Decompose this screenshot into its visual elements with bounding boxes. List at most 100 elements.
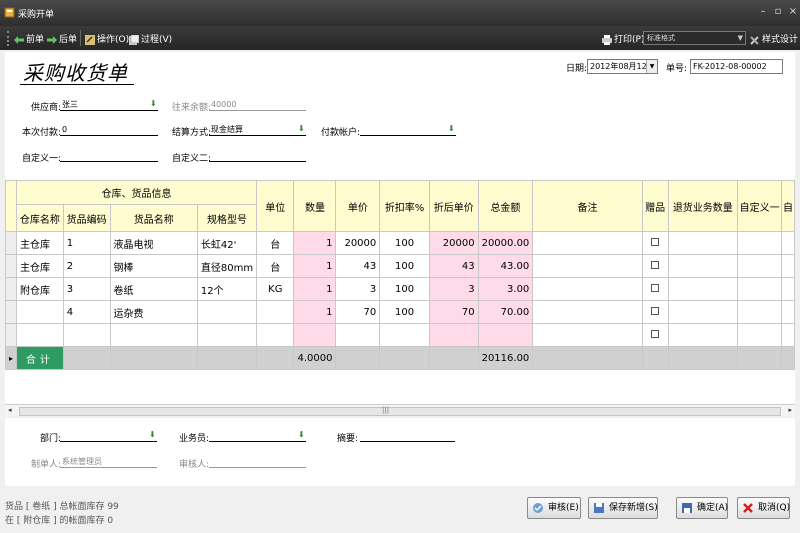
- table-row[interactable]: [5, 323, 795, 347]
- cell-remark[interactable]: [532, 323, 643, 347]
- cell-gift[interactable]: [641, 323, 669, 347]
- col-more[interactable]: 自: [781, 180, 795, 232]
- cell-unit[interactable]: KG: [256, 277, 295, 301]
- next-button[interactable]: 后单: [47, 32, 77, 45]
- table-row[interactable]: 主仓库 1 液晶电视 长虹42' 台 1 20000 100 20000 20000.00: [5, 231, 795, 255]
- supplier-field[interactable]: 张三 ⬇: [60, 99, 158, 111]
- cell-custom1[interactable]: [737, 300, 783, 324]
- scroll-left-icon[interactable]: ◂: [8, 406, 12, 414]
- scroll-right-icon[interactable]: ▸: [788, 406, 792, 414]
- cell-qty[interactable]: 1: [293, 231, 337, 255]
- process-menu[interactable]: 过程(V): [129, 32, 172, 45]
- staff-field[interactable]: ⬇: [209, 430, 306, 442]
- audit-button[interactable]: 审核(E): [527, 497, 581, 519]
- cell-warehouse[interactable]: 附仓库: [16, 277, 64, 301]
- gift-checkbox[interactable]: [651, 306, 660, 315]
- save-new-button[interactable]: 保存新增(S): [588, 497, 658, 519]
- print-style-select[interactable]: 标准格式 ▼: [643, 31, 746, 45]
- doc-no-field[interactable]: FK-2012-08-00002: [690, 59, 783, 74]
- cell-unit[interactable]: 台: [256, 254, 295, 278]
- cell-discount[interactable]: 100: [379, 300, 430, 324]
- download-arrow-icon[interactable]: ⬇: [149, 430, 157, 440]
- cell-code[interactable]: 1: [62, 231, 111, 255]
- cell-gift[interactable]: [641, 231, 669, 255]
- cell-remark[interactable]: [532, 254, 643, 278]
- cell-code[interactable]: 3: [62, 277, 111, 301]
- cell-custom1[interactable]: [737, 277, 783, 301]
- col-gift[interactable]: 赠品: [641, 180, 669, 232]
- cell-name[interactable]: 液晶电视: [109, 231, 198, 255]
- cell-disc-price[interactable]: 70: [428, 300, 479, 324]
- chevron-down-icon[interactable]: ▼: [646, 60, 657, 73]
- cell-name[interactable]: 运杂费: [109, 300, 198, 324]
- cell-return-qty[interactable]: [667, 300, 739, 324]
- prev-button[interactable]: 前单: [14, 32, 44, 45]
- col-spec[interactable]: 规格型号: [196, 204, 258, 232]
- cell-disc-price[interactable]: 20000: [428, 231, 479, 255]
- print-button[interactable]: 打印(P): [602, 32, 644, 45]
- custom1-field[interactable]: [60, 150, 158, 162]
- row-indicator[interactable]: [5, 231, 18, 255]
- cell-custom1[interactable]: [737, 323, 783, 347]
- col-remark[interactable]: 备注: [532, 180, 643, 232]
- cell-gift[interactable]: [641, 300, 669, 324]
- cell-return-qty[interactable]: [667, 231, 739, 255]
- scroll-thumb[interactable]: |||: [19, 406, 781, 416]
- minimize-icon[interactable]: –: [756, 6, 770, 18]
- operate-menu[interactable]: 操作(O): [85, 32, 129, 45]
- account-field[interactable]: ⬇: [360, 124, 456, 136]
- cell-price[interactable]: 20000: [335, 231, 381, 255]
- cell-discount[interactable]: 100: [379, 254, 430, 278]
- cell-unit[interactable]: [256, 323, 295, 347]
- cell-price[interactable]: 43: [335, 254, 381, 278]
- cell-amount[interactable]: 20000.00: [477, 231, 534, 255]
- row-indicator[interactable]: [5, 323, 18, 347]
- cell-name[interactable]: [109, 323, 198, 347]
- cell-remark[interactable]: [532, 300, 643, 324]
- cell-warehouse[interactable]: [16, 323, 64, 347]
- cell-code[interactable]: 4: [62, 300, 111, 324]
- cell-warehouse[interactable]: 主仓库: [16, 254, 64, 278]
- cell-spec[interactable]: [196, 323, 258, 347]
- cell-more[interactable]: [781, 323, 795, 347]
- cell-amount[interactable]: [477, 323, 534, 347]
- gift-checkbox[interactable]: [651, 237, 660, 246]
- cell-disc-price[interactable]: [428, 323, 479, 347]
- cell-qty[interactable]: [293, 323, 337, 347]
- col-amount[interactable]: 总金额: [477, 180, 534, 232]
- cell-custom1[interactable]: [737, 254, 783, 278]
- col-unit[interactable]: 单位: [256, 180, 295, 232]
- row-indicator[interactable]: [5, 300, 18, 324]
- cell-code[interactable]: [62, 323, 111, 347]
- col-return-qty[interactable]: 退货业务数量: [667, 180, 739, 232]
- download-arrow-icon[interactable]: ⬇: [150, 99, 158, 109]
- cell-spec[interactable]: 长虹42': [196, 231, 258, 255]
- cell-qty[interactable]: 1: [293, 300, 337, 324]
- cell-unit[interactable]: [256, 300, 295, 324]
- cell-remark[interactable]: [532, 231, 643, 255]
- table-row[interactable]: 主仓库 2 钢棒 直径80mm 台 1 43 100 43 43.00: [5, 254, 795, 278]
- cell-more[interactable]: [781, 231, 795, 255]
- gift-checkbox[interactable]: [651, 329, 660, 338]
- cell-return-qty[interactable]: [667, 323, 739, 347]
- cell-qty[interactable]: 1: [293, 277, 337, 301]
- cell-price[interactable]: [335, 323, 381, 347]
- cell-spec[interactable]: 直径80mm: [196, 254, 258, 278]
- table-row[interactable]: 4 运杂费 1 70 100 70 70.00: [5, 300, 795, 324]
- dept-field[interactable]: ⬇: [60, 430, 157, 442]
- cell-code[interactable]: 2: [62, 254, 111, 278]
- cell-gift[interactable]: [641, 277, 669, 301]
- col-disc-price[interactable]: 折后单价: [428, 180, 479, 232]
- maximize-icon[interactable]: ▫: [771, 6, 785, 18]
- col-qty[interactable]: 数量: [293, 180, 337, 232]
- cell-disc-price[interactable]: 3: [428, 277, 479, 301]
- col-discount[interactable]: 折扣率%: [379, 180, 430, 232]
- download-arrow-icon[interactable]: ⬇: [298, 124, 306, 134]
- cell-remark[interactable]: [532, 277, 643, 301]
- cell-name[interactable]: 卷纸: [109, 277, 198, 301]
- download-arrow-icon[interactable]: ⬇: [298, 430, 306, 440]
- cell-return-qty[interactable]: [667, 277, 739, 301]
- gift-checkbox[interactable]: [651, 260, 660, 269]
- cell-price[interactable]: 70: [335, 300, 381, 324]
- settle-field[interactable]: 现金结算 ⬇: [209, 124, 306, 136]
